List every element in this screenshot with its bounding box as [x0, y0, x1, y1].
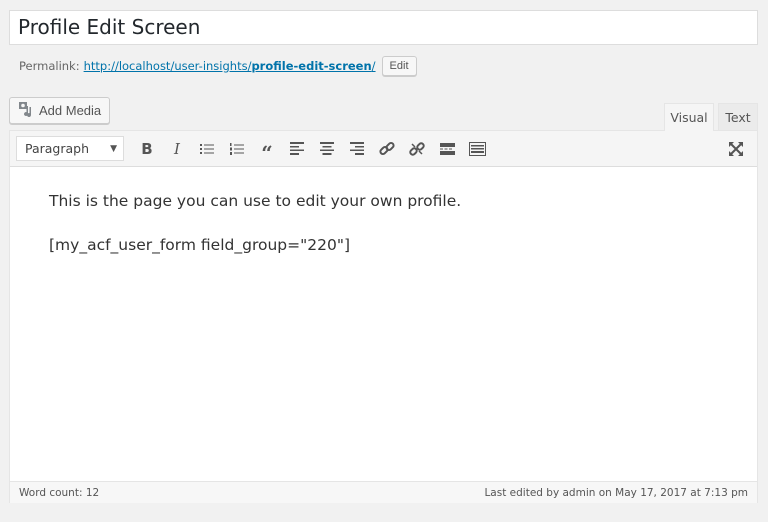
permalink: Permalink: http://localhost/user-insight… — [19, 56, 417, 76]
last-edited: Last edited by admin on May 17, 2017 at … — [484, 486, 748, 499]
align-right-icon[interactable] — [342, 135, 372, 163]
content-shortcode: [my_acf_user_form field_group="220"] — [49, 236, 351, 254]
title-input[interactable]: Profile Edit Screen — [9, 10, 758, 45]
media-icon — [18, 101, 34, 120]
toolbar-toggle-icon[interactable] — [462, 135, 492, 163]
tab-visual[interactable]: Visual — [664, 103, 714, 131]
content-paragraph: This is the page you can use to edit you… — [49, 192, 462, 210]
link-icon[interactable] — [372, 135, 402, 163]
bold-icon[interactable]: B — [132, 135, 162, 163]
editor: Paragraph ▼ B I “ This is the page you ca… — [9, 130, 758, 503]
add-media-button[interactable]: Add Media — [9, 97, 110, 124]
editor-content[interactable]: This is the page you can use to edit you… — [10, 167, 757, 481]
edit-permalink-button[interactable]: Edit — [381, 56, 417, 76]
permalink-base: http://localhost/user-insights/ — [83, 59, 252, 73]
align-center-icon[interactable] — [312, 135, 342, 163]
fullscreen-icon[interactable] — [721, 135, 751, 163]
status-bar: Word count: 12 Last edited by admin on M… — [10, 481, 757, 503]
tab-text[interactable]: Text — [718, 103, 758, 131]
blockquote-icon[interactable]: “ — [252, 135, 282, 165]
word-count: Word count: 12 — [19, 486, 100, 499]
permalink-slug: profile-edit-screen — [251, 59, 372, 73]
permalink-end: / — [371, 59, 376, 73]
format-select[interactable]: Paragraph ▼ — [16, 136, 124, 161]
bullet-list-icon[interactable] — [192, 135, 222, 163]
align-left-icon[interactable] — [282, 135, 312, 163]
unlink-icon[interactable] — [402, 135, 432, 163]
add-media-label: Add Media — [39, 103, 102, 118]
numbered-list-icon[interactable] — [222, 135, 252, 163]
permalink-link[interactable]: http://localhost/user-insights/profile-e… — [84, 59, 376, 73]
italic-icon[interactable]: I — [162, 135, 192, 163]
editor-toolbar: Paragraph ▼ B I “ — [10, 131, 757, 167]
format-value: Paragraph — [25, 141, 90, 156]
dropdown-arrow-icon: ▼ — [110, 143, 117, 154]
permalink-label: Permalink: — [19, 59, 80, 73]
read-more-icon[interactable] — [432, 135, 462, 163]
